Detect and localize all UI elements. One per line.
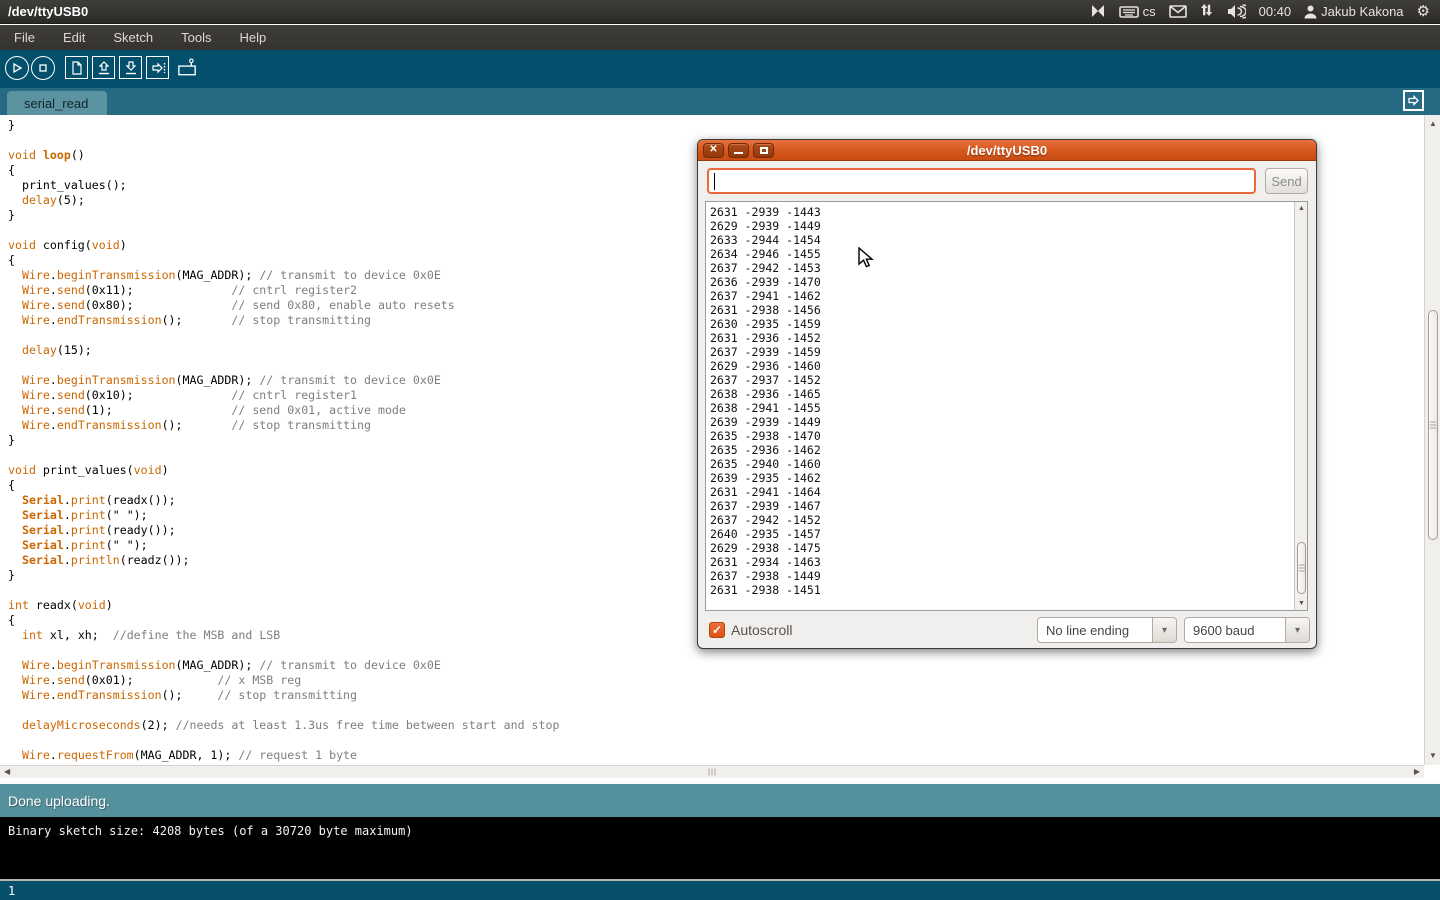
upload-button[interactable] xyxy=(146,56,169,79)
minimize-icon xyxy=(734,152,743,154)
close-icon: ✕ xyxy=(709,145,717,155)
minimize-button[interactable] xyxy=(728,143,749,158)
new-sketch-button[interactable] xyxy=(65,56,88,79)
text-caret xyxy=(714,173,715,190)
line-number: 1 xyxy=(8,884,15,898)
scroll-down-arrow[interactable]: ▼ xyxy=(1429,752,1437,760)
keyboard-indicator[interactable]: cs xyxy=(1119,4,1156,19)
serial-bottom-bar: ✓ Autoscroll No line ending ▾ 9600 baud … xyxy=(698,611,1316,650)
maximize-button[interactable] xyxy=(753,143,774,158)
serial-titlebar[interactable]: ✕ /dev/ttyUSB0 xyxy=(698,140,1316,161)
scroll-left-arrow[interactable]: ◀ xyxy=(4,768,10,776)
send-button[interactable]: Send xyxy=(1265,168,1308,194)
menu-file[interactable]: File xyxy=(0,25,49,50)
console-text: Binary sketch size: 4208 bytes (of a 307… xyxy=(8,824,413,838)
active-window-title: /dev/ttyUSB0 xyxy=(8,4,88,19)
serial-monitor-window: ✕ /dev/ttyUSB0 Send 2631 -2939 -1443 262… xyxy=(697,139,1317,649)
toolbar xyxy=(0,50,1440,88)
network-arrows-icon[interactable] xyxy=(1200,4,1214,19)
maximize-icon xyxy=(760,147,768,154)
build-console: Binary sketch size: 4208 bytes (of a 307… xyxy=(0,817,1440,879)
status-message: Done uploading. xyxy=(8,793,110,809)
indicator-icon[interactable] xyxy=(1090,4,1106,19)
tab-label: serial_read xyxy=(24,96,88,111)
menu-edit[interactable]: Edit xyxy=(49,25,99,50)
volume-icon[interactable] xyxy=(1227,4,1246,19)
menubar: File Edit Sketch Tools Help xyxy=(0,25,1440,50)
system-tray: cs 00:40 Jakub Kakona ⚙ xyxy=(1090,4,1430,19)
top-panel: /dev/ttyUSB0 cs 00:40 Jaku xyxy=(0,0,1440,24)
tab-serial-read[interactable]: serial_read xyxy=(7,91,107,115)
editor-vertical-scrollbar[interactable]: ▲ ▼ xyxy=(1424,115,1440,765)
user-name-label: Jakub Kakona xyxy=(1321,4,1403,19)
close-button[interactable]: ✕ xyxy=(703,143,724,158)
stop-button[interactable] xyxy=(31,56,55,80)
keyboard-layout-label: cs xyxy=(1143,4,1156,19)
user-menu[interactable]: Jakub Kakona xyxy=(1304,4,1403,19)
autoscroll-checkbox[interactable]: ✓ xyxy=(709,622,725,638)
save-button[interactable] xyxy=(119,56,142,79)
mail-icon[interactable] xyxy=(1169,5,1187,18)
menu-tools[interactable]: Tools xyxy=(167,25,225,50)
editor-horizontal-scrollbar[interactable]: ◀ ▶ xyxy=(0,765,1424,778)
autoscroll-label: Autoscroll xyxy=(731,622,792,638)
clock-label: 00:40 xyxy=(1259,4,1292,19)
mouse-cursor xyxy=(858,247,878,269)
check-icon: ✓ xyxy=(712,624,722,636)
scroll-up-arrow[interactable]: ▲ xyxy=(1429,120,1437,128)
editor-hscroll-thumb[interactable] xyxy=(14,767,1410,777)
menu-help[interactable]: Help xyxy=(225,25,280,50)
chevron-down-icon[interactable]: ▾ xyxy=(1285,618,1309,642)
scroll-up-arrow[interactable]: ▲ xyxy=(1298,205,1305,212)
baud-rate-dropdown[interactable]: 9600 baud ▾ xyxy=(1184,617,1310,643)
serial-vertical-scrollbar[interactable]: ▲ ▼ xyxy=(1294,202,1307,610)
clock[interactable]: 00:40 xyxy=(1259,4,1292,19)
baud-rate-value: 9600 baud xyxy=(1185,618,1285,642)
menu-sketch[interactable]: Sketch xyxy=(99,25,167,50)
chevron-down-icon[interactable]: ▾ xyxy=(1152,618,1176,642)
scroll-down-arrow[interactable]: ▼ xyxy=(1298,600,1305,607)
tab-menu-button[interactable] xyxy=(1403,90,1424,111)
screen: /dev/ttyUSB0 cs 00:40 Jaku xyxy=(0,0,1440,900)
serial-window-title: /dev/ttyUSB0 xyxy=(698,143,1316,158)
tab-strip: serial_read xyxy=(0,88,1440,115)
line-ending-value: No line ending xyxy=(1038,618,1152,642)
serial-output-text: 2631 -2939 -1443 2629 -2939 -1449 2633 -… xyxy=(710,205,821,597)
open-button[interactable] xyxy=(92,56,115,79)
send-button-label: Send xyxy=(1271,174,1301,189)
status-bar: Done uploading. xyxy=(0,781,1440,817)
line-ending-dropdown[interactable]: No line ending ▾ xyxy=(1037,617,1177,643)
editor-vscroll-thumb[interactable] xyxy=(1428,310,1438,540)
session-gear-icon[interactable]: ⚙ xyxy=(1417,4,1430,19)
serial-vscroll-thumb[interactable] xyxy=(1297,542,1306,594)
serial-monitor-button[interactable] xyxy=(176,56,199,79)
serial-output-area[interactable]: 2631 -2939 -1443 2629 -2939 -1449 2633 -… xyxy=(705,201,1308,611)
serial-send-input[interactable] xyxy=(707,168,1256,194)
verify-button[interactable] xyxy=(5,56,29,80)
line-number-strip: 1 xyxy=(0,879,1440,900)
scroll-right-arrow[interactable]: ▶ xyxy=(1414,768,1420,776)
